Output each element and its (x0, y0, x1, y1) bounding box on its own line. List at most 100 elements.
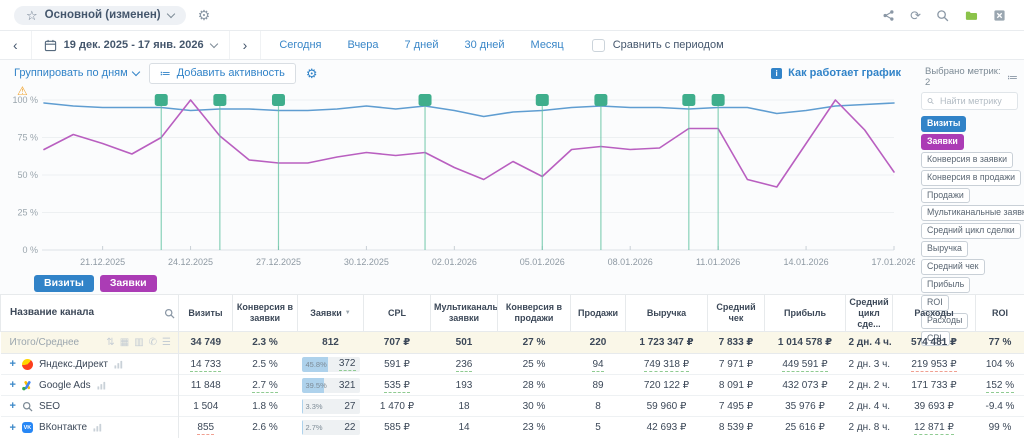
activity-marker[interactable] (682, 94, 695, 106)
column-header-0[interactable]: Название канала (1, 295, 179, 332)
date-preset-2[interactable]: 7 дней (405, 39, 439, 51)
share-icon[interactable] (882, 9, 895, 22)
expand-plus-icon[interactable]: + (10, 379, 16, 391)
cell-value[interactable]: 749 318 ₽ (644, 359, 689, 372)
metrics-list-icon[interactable]: ≔ (1007, 71, 1018, 84)
cell-10: 2 дн. 2 ч. (846, 375, 893, 396)
reports-folder-icon[interactable] (964, 9, 978, 22)
cell-value[interactable]: 535 ₽ (384, 380, 410, 393)
column-header-1[interactable]: Визиты (179, 295, 233, 332)
metric-chip-8[interactable]: Средний чек (921, 259, 985, 275)
cell-value[interactable]: 12 871 ₽ (914, 422, 954, 435)
leads-share-bar[interactable]: 45.8%372 (302, 357, 360, 372)
search-icon[interactable] (936, 9, 949, 22)
metric-search-input[interactable] (938, 95, 1012, 107)
column-header-7[interactable]: Продажи (571, 295, 626, 332)
metric-chip-3[interactable]: Конверсия в продажи (921, 170, 1021, 186)
expand-plus-icon[interactable]: + (10, 422, 16, 434)
date-preset-3[interactable]: 30 дней (464, 39, 504, 51)
sort-updown-icon[interactable]: ⇅ (106, 337, 114, 348)
expand-plus-icon[interactable]: + (10, 400, 16, 412)
metric-chip-5[interactable]: Мультиканальные заявки (921, 205, 1024, 221)
report-profile-selector[interactable]: ☆ Основной (изменен) (14, 6, 186, 25)
activity-marker[interactable] (213, 94, 226, 106)
activity-marker[interactable] (272, 94, 285, 106)
series-line-0[interactable] (44, 103, 894, 117)
legend-chip-0[interactable]: Визиты (34, 275, 94, 292)
date-preset-4[interactable]: Месяц (531, 39, 564, 51)
column-header-3[interactable]: Заявки▼ (298, 295, 364, 332)
cell-value: 193 (456, 380, 473, 391)
date-range-selector[interactable]: 19 дек. 2025 - 17 янв. 2026 (31, 31, 230, 59)
expand-plus-icon[interactable]: + (10, 358, 16, 370)
channel-name-cell[interactable]: +VKВКонтакте (1, 417, 179, 438)
channel-name-cell[interactable]: +Яндекс.Директ (1, 354, 179, 375)
column-header-9[interactable]: Средний чек (708, 295, 765, 332)
group-by-selector[interactable]: Группировать по дням (14, 67, 139, 79)
cell-value[interactable]: 152 % (986, 380, 1014, 393)
legend-chip-1[interactable]: Заявки (100, 275, 157, 292)
metrics-chart[interactable]: ⚠ 0 %25 %50 %75 %100 %21.12.202524.12.20… (0, 86, 915, 272)
activity-marker[interactable] (155, 94, 168, 106)
x-axis-label: 21.12.2025 (80, 257, 125, 267)
cell-value[interactable]: 14 733 (190, 359, 221, 372)
chart-settings-gear-icon[interactable]: ⚙ (306, 67, 318, 80)
cell-value[interactable]: 236 (456, 359, 473, 372)
leads-value[interactable]: 372 (339, 358, 356, 371)
date-preset-1[interactable]: Вчера (347, 39, 378, 51)
cell-value: 39 693 ₽ (914, 401, 954, 412)
activity-marker[interactable] (594, 94, 607, 106)
cell-value: 14 (458, 422, 469, 433)
refresh-icon[interactable]: ⟳ (910, 9, 921, 22)
leads-value[interactable]: 22 (344, 422, 355, 433)
channel-name-cell[interactable]: +Google Ads (1, 375, 179, 396)
column-header-6[interactable]: Конверсия в продажи (498, 295, 571, 332)
metric-chip-2[interactable]: Конверсия в заявки (921, 152, 1013, 168)
leads-share-bar[interactable]: 2.7%22 (302, 420, 360, 435)
compare-checkbox[interactable] (592, 39, 605, 52)
prev-period-button[interactable]: ‹ (0, 31, 31, 59)
add-activity-button[interactable]: ≔ Добавить активность (149, 63, 296, 84)
chart-bars-icon[interactable]: ▥ (134, 337, 143, 348)
metric-chip-0[interactable]: Визиты (921, 116, 966, 132)
date-preset-0[interactable]: Сегодня (279, 39, 321, 51)
metric-search[interactable] (921, 92, 1018, 110)
channel-name-cell[interactable]: +SEO (1, 396, 179, 417)
activity-marker[interactable] (712, 94, 725, 106)
leads-value[interactable]: 321 (339, 380, 356, 391)
table-columns-icon[interactable]: ▦ (120, 337, 129, 348)
metric-chip-1[interactable]: Заявки (921, 134, 964, 150)
metric-chip-9[interactable]: Прибыль (921, 277, 970, 293)
profile-settings-gear-icon[interactable]: ⚙ (198, 8, 211, 22)
leads-value[interactable]: 27 (344, 401, 355, 412)
cell-value[interactable]: 855 (197, 422, 214, 435)
column-header-4[interactable]: CPL (364, 295, 431, 332)
metric-chip-6[interactable]: Средний цикл сделки (921, 223, 1021, 239)
excel-export-icon[interactable] (993, 9, 1006, 22)
row-settings-icon[interactable]: ☰ (162, 337, 171, 348)
next-period-button[interactable]: › (230, 31, 262, 59)
warning-icon[interactable]: ⚠ (17, 84, 28, 98)
activity-marker[interactable] (536, 94, 549, 106)
cell-value: 2.6 % (252, 422, 278, 433)
leads-share-bar[interactable]: 39.5%321 (302, 378, 360, 393)
column-header-11[interactable]: Средний цикл сде... (846, 295, 893, 332)
column-header-10[interactable]: Прибыль (765, 295, 846, 332)
compare-period-toggle[interactable]: Сравнить с периодом (592, 39, 724, 52)
column-header-2[interactable]: Конверсия в заявки (233, 295, 298, 332)
column-header-8[interactable]: Выручка (626, 295, 708, 332)
metric-chip-4[interactable]: Продажи (921, 188, 970, 204)
cell-value[interactable]: 94 (592, 359, 603, 372)
calls-icon[interactable]: ✆ (149, 337, 157, 348)
cell-value[interactable]: 2.7 % (252, 380, 278, 393)
leads-share-bar[interactable]: 3.3%27 (302, 399, 360, 414)
channel-search-icon[interactable] (164, 308, 175, 319)
cell-value[interactable]: 219 953 ₽ (911, 359, 956, 372)
chart-canvas[interactable]: 0 %25 %50 %75 %100 %21.12.202524.12.2025… (0, 86, 915, 272)
activity-marker[interactable] (419, 94, 432, 106)
how-it-works-link[interactable]: i Как работает график (771, 67, 901, 79)
metric-chip-7[interactable]: Выручка (921, 241, 968, 257)
favorite-star-icon[interactable]: ☆ (26, 9, 38, 22)
column-header-5[interactable]: Мультиканальн... заявки (431, 295, 498, 332)
cell-value[interactable]: 449 591 ₽ (782, 359, 827, 372)
